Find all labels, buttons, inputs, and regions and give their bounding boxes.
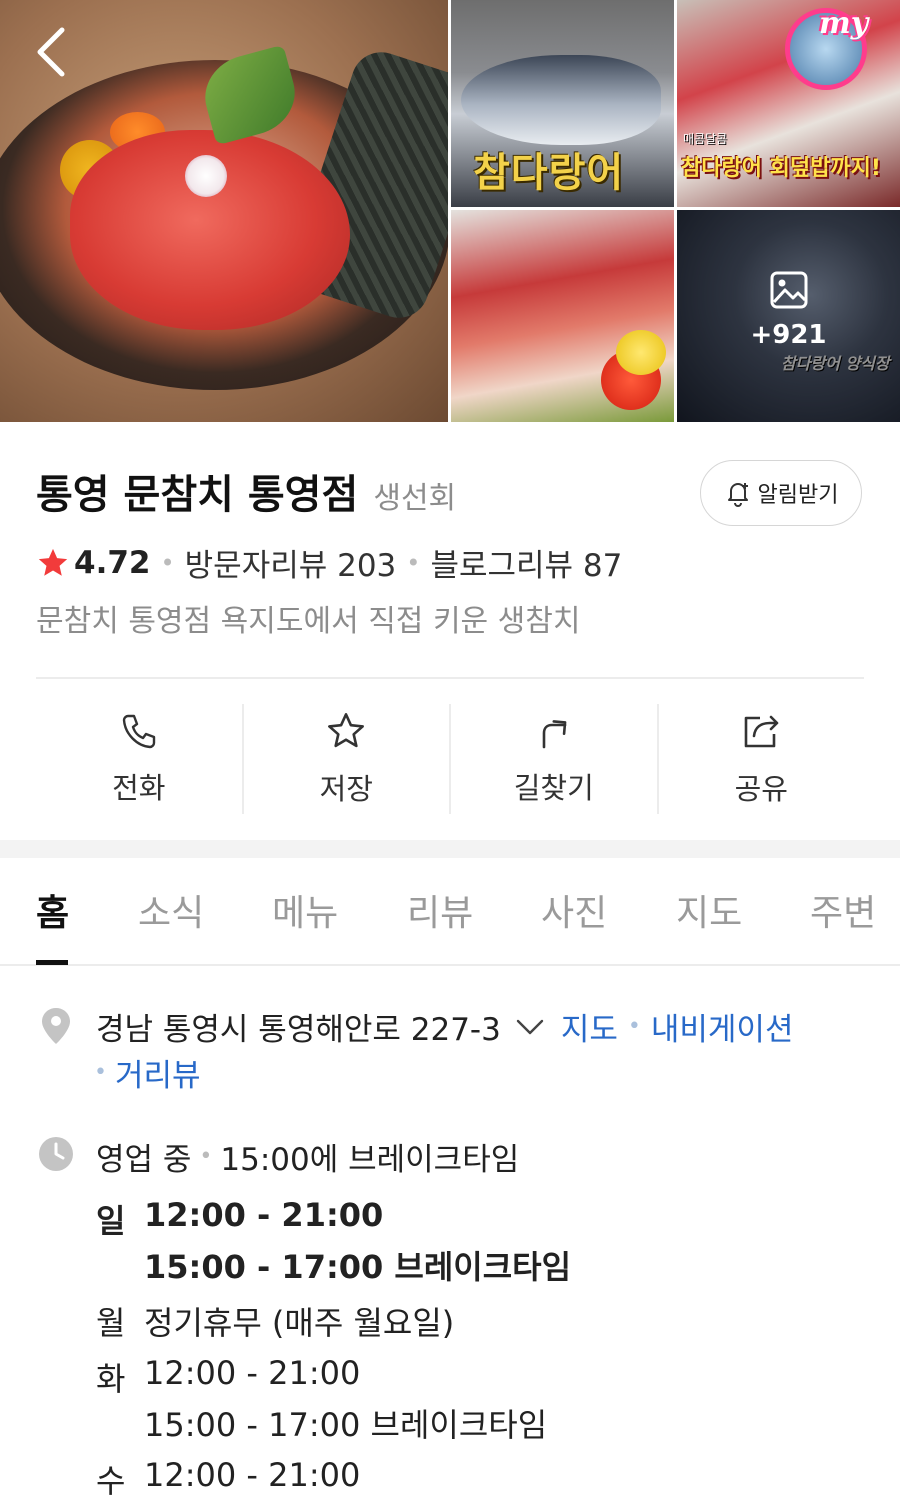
directions-button[interactable]: 길찾기 xyxy=(451,704,659,814)
business-status-row[interactable]: 영업 중 • 15:00에 브레이크타임 xyxy=(96,1134,519,1179)
place-description: 문참치 통영점 욕지도에서 직접 키운 생참치 xyxy=(36,604,581,639)
lemon-shape xyxy=(616,330,666,375)
hours-value: 정기휴무 (매주 월요일) xyxy=(144,1304,455,1342)
tab-bar: 홈 소식 메뉴 리뷰 사진 지도 주변 xyxy=(0,858,900,966)
call-button[interactable]: 전화 xyxy=(36,704,244,814)
phone-icon xyxy=(122,714,155,749)
star-icon xyxy=(38,548,68,576)
photo-caption: 참다랑어 회덮밥까지! xyxy=(681,156,881,181)
break-time-value: 15:00 - 17:00 브레이크타임 xyxy=(144,1248,572,1286)
place-header: 통영 문참치 통영점 생선회 알림받기 xyxy=(36,460,866,526)
separator-dot: • xyxy=(406,548,421,577)
day-label: 수 xyxy=(96,1462,126,1500)
photo-tuna-fish[interactable]: 참다랑어 xyxy=(451,0,674,207)
street-view-link[interactable]: 거리뷰 xyxy=(115,1050,201,1095)
location-pin-icon xyxy=(42,1008,70,1044)
tab-map[interactable]: 지도 xyxy=(676,884,742,936)
clock-icon xyxy=(39,1137,73,1171)
tab-news[interactable]: 소식 xyxy=(138,884,204,936)
business-status: 영업 중 xyxy=(96,1142,192,1178)
separator-dot: • xyxy=(199,1144,213,1169)
back-button[interactable] xyxy=(28,22,78,82)
action-label: 공유 xyxy=(734,772,788,806)
day-label: 화 xyxy=(96,1360,126,1398)
address-row: 경남 통영시 통영해안로 227-3 지도 • 내비게이션 xyxy=(96,1004,793,1049)
more-photos-count: +921 xyxy=(750,320,827,350)
photo-gallery: 참다랑어 my 매콤달콤 참다랑어 회덮밥까지! 참다랑어 양식장 +921 xyxy=(0,0,900,422)
visitor-reviews-link[interactable]: 방문자리뷰 203 xyxy=(185,540,397,585)
place-category: 생선회 xyxy=(373,481,457,516)
section-divider xyxy=(0,840,900,858)
action-label: 길찾기 xyxy=(513,771,594,805)
tab-photos[interactable]: 사진 xyxy=(541,884,607,936)
tuna-fish-shape xyxy=(461,55,661,145)
separator-dot: • xyxy=(160,548,175,577)
photo-tuna-sashimi[interactable] xyxy=(451,210,674,422)
tab-nearby[interactable]: 주변 xyxy=(810,884,876,936)
save-button[interactable]: 저장 xyxy=(244,704,451,814)
chevron-down-icon[interactable] xyxy=(515,1017,545,1037)
channel-logo-text: my xyxy=(819,6,869,41)
divider xyxy=(36,677,864,679)
day-label: 일 xyxy=(96,1202,126,1240)
image-icon xyxy=(770,271,807,309)
map-link[interactable]: 지도 xyxy=(561,1004,618,1049)
hours-value: 12:00 - 21:00 xyxy=(144,1456,361,1494)
action-bar: 전화 저장 길찾기 공유 xyxy=(36,704,864,814)
active-tab-indicator xyxy=(36,960,68,965)
bell-plus-icon xyxy=(727,483,748,507)
directions-arrow-icon xyxy=(542,720,567,749)
tab-reviews[interactable]: 리뷰 xyxy=(407,884,473,936)
tab-menu[interactable]: 메뉴 xyxy=(272,884,338,936)
action-label: 전화 xyxy=(112,771,166,805)
separator-dot: • xyxy=(627,1014,641,1039)
hours-value: 12:00 - 21:00 xyxy=(144,1354,361,1392)
action-label: 저장 xyxy=(319,772,373,806)
photo-tuna-rice-bowl[interactable]: my 매콤달콤 참다랑어 회덮밥까지! xyxy=(677,0,900,207)
alarm-button[interactable]: 알림받기 xyxy=(700,460,862,526)
business-status-detail: 15:00에 브레이크타임 xyxy=(220,1142,520,1178)
address-row-2: • 거리뷰 xyxy=(94,1050,201,1095)
chevron-left-icon xyxy=(37,27,65,77)
rating-row: 4.72 • 방문자리뷰 203 • 블로그리뷰 87 xyxy=(36,540,622,585)
photo-more[interactable]: 참다랑어 양식장 +921 xyxy=(677,210,900,422)
share-icon xyxy=(744,715,779,748)
hours-value: 12:00 - 21:00 xyxy=(144,1196,384,1234)
navigation-link[interactable]: 내비게이션 xyxy=(651,1004,794,1049)
photo-subcaption: 매콤달콤 xyxy=(683,132,728,146)
rating-value: 4.72 xyxy=(74,544,151,581)
separator-dot: • xyxy=(94,1060,107,1085)
alarm-label: 알림받기 xyxy=(757,483,839,508)
tab-home[interactable]: 홈 xyxy=(36,884,69,936)
address-text: 경남 통영시 통영해안로 227-3 xyxy=(96,1012,501,1048)
star-outline-icon xyxy=(328,713,365,748)
blog-reviews-link[interactable]: 블로그리뷰 87 xyxy=(430,540,622,585)
break-time-value: 15:00 - 17:00 브레이크타임 xyxy=(144,1406,548,1444)
share-button[interactable]: 공유 xyxy=(659,704,865,814)
radish-garnish-shape xyxy=(185,155,227,197)
place-name: 통영 문참치 통영점 xyxy=(36,472,359,518)
more-photos: +921 xyxy=(677,270,900,350)
photo-caption: 참다랑어 xyxy=(473,150,625,196)
day-label: 월 xyxy=(96,1304,126,1342)
